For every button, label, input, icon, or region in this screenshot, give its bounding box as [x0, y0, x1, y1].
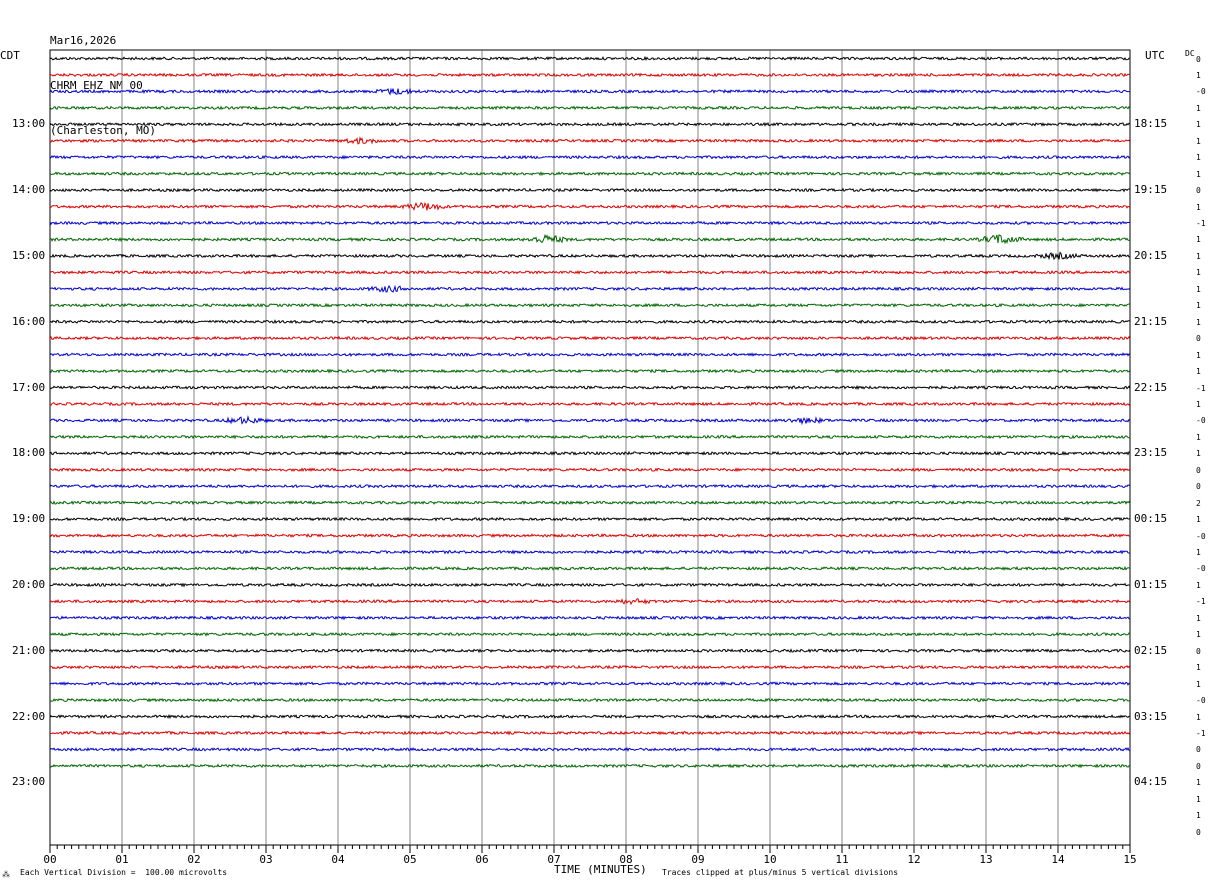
trace-row [49, 598, 1131, 606]
trace-row [49, 269, 1131, 275]
trace-row [49, 87, 1131, 96]
trace-row [49, 615, 1131, 621]
x-tick-label: 00 [43, 853, 56, 866]
trace-row [49, 55, 1131, 61]
trace-row [49, 171, 1131, 177]
x-tick-label: 15 [1123, 853, 1136, 866]
trace-row [49, 414, 1131, 426]
trace-row [49, 220, 1131, 226]
trace-row [49, 697, 1131, 703]
trace-row [49, 763, 1131, 769]
x-tick-label: 04 [331, 853, 345, 866]
x-axis-label: TIME (MINUTES) [554, 863, 647, 876]
x-tick-label: 13 [979, 853, 992, 866]
x-tick-label: 10 [763, 853, 776, 866]
trace-row [49, 467, 1131, 473]
plot-frame [49, 49, 1131, 846]
trace-row [49, 664, 1131, 670]
trace-row [49, 72, 1131, 78]
clip-note: Traces clipped at plus/minus 5 vertical … [662, 868, 899, 877]
trace-row [49, 681, 1131, 687]
trace-row [49, 284, 1131, 293]
x-tick-label: 05 [403, 853, 416, 866]
x-tick-label: 14 [1051, 853, 1065, 866]
x-tick-label: 03 [259, 853, 272, 866]
trace-row [49, 500, 1131, 506]
trace-row [49, 746, 1131, 752]
trace-row [49, 351, 1131, 358]
trace-row [49, 319, 1131, 325]
x-tick-label: 12 [907, 853, 920, 866]
trace-row [49, 713, 1131, 720]
trace-row [49, 533, 1131, 538]
trace-row [49, 434, 1131, 440]
x-tick-label: 11 [835, 853, 848, 866]
trace-row [49, 549, 1131, 555]
helicorder-plot: 00 01 02 03 04 05 06 07 08 09 10 11 12 13 14 15 [43, 49, 1137, 866]
trace-row [49, 154, 1131, 160]
x-tick-label: 02 [187, 853, 200, 866]
trace-row [49, 335, 1131, 341]
trace-row [49, 368, 1131, 374]
trace-row [49, 565, 1131, 572]
trace-row [49, 251, 1131, 261]
scale-note: Each Vertical Division = 100.00 microvol… [20, 868, 228, 877]
trace-row [49, 384, 1131, 391]
trace-row [49, 483, 1131, 489]
trace-row [49, 582, 1131, 588]
trace-row [49, 136, 1131, 145]
trace-row [49, 302, 1131, 308]
trace-row [49, 121, 1131, 127]
corner-mark: ⁂ [2, 870, 10, 879]
trace-row [49, 730, 1131, 736]
x-tick-label: 06 [475, 853, 488, 866]
trace-row [49, 516, 1131, 522]
trace-row [49, 105, 1131, 111]
trace-row [49, 631, 1131, 637]
plot-grid [49, 49, 1131, 846]
trace-row [49, 648, 1131, 654]
trace-row [49, 401, 1131, 407]
trace-row [49, 187, 1131, 193]
seismic-traces [49, 55, 1131, 769]
x-tick-label: 01 [115, 853, 128, 866]
trace-row [49, 233, 1131, 245]
x-tick-label: 09 [691, 853, 704, 866]
trace-row [49, 450, 1131, 456]
trace-row [49, 202, 1131, 211]
